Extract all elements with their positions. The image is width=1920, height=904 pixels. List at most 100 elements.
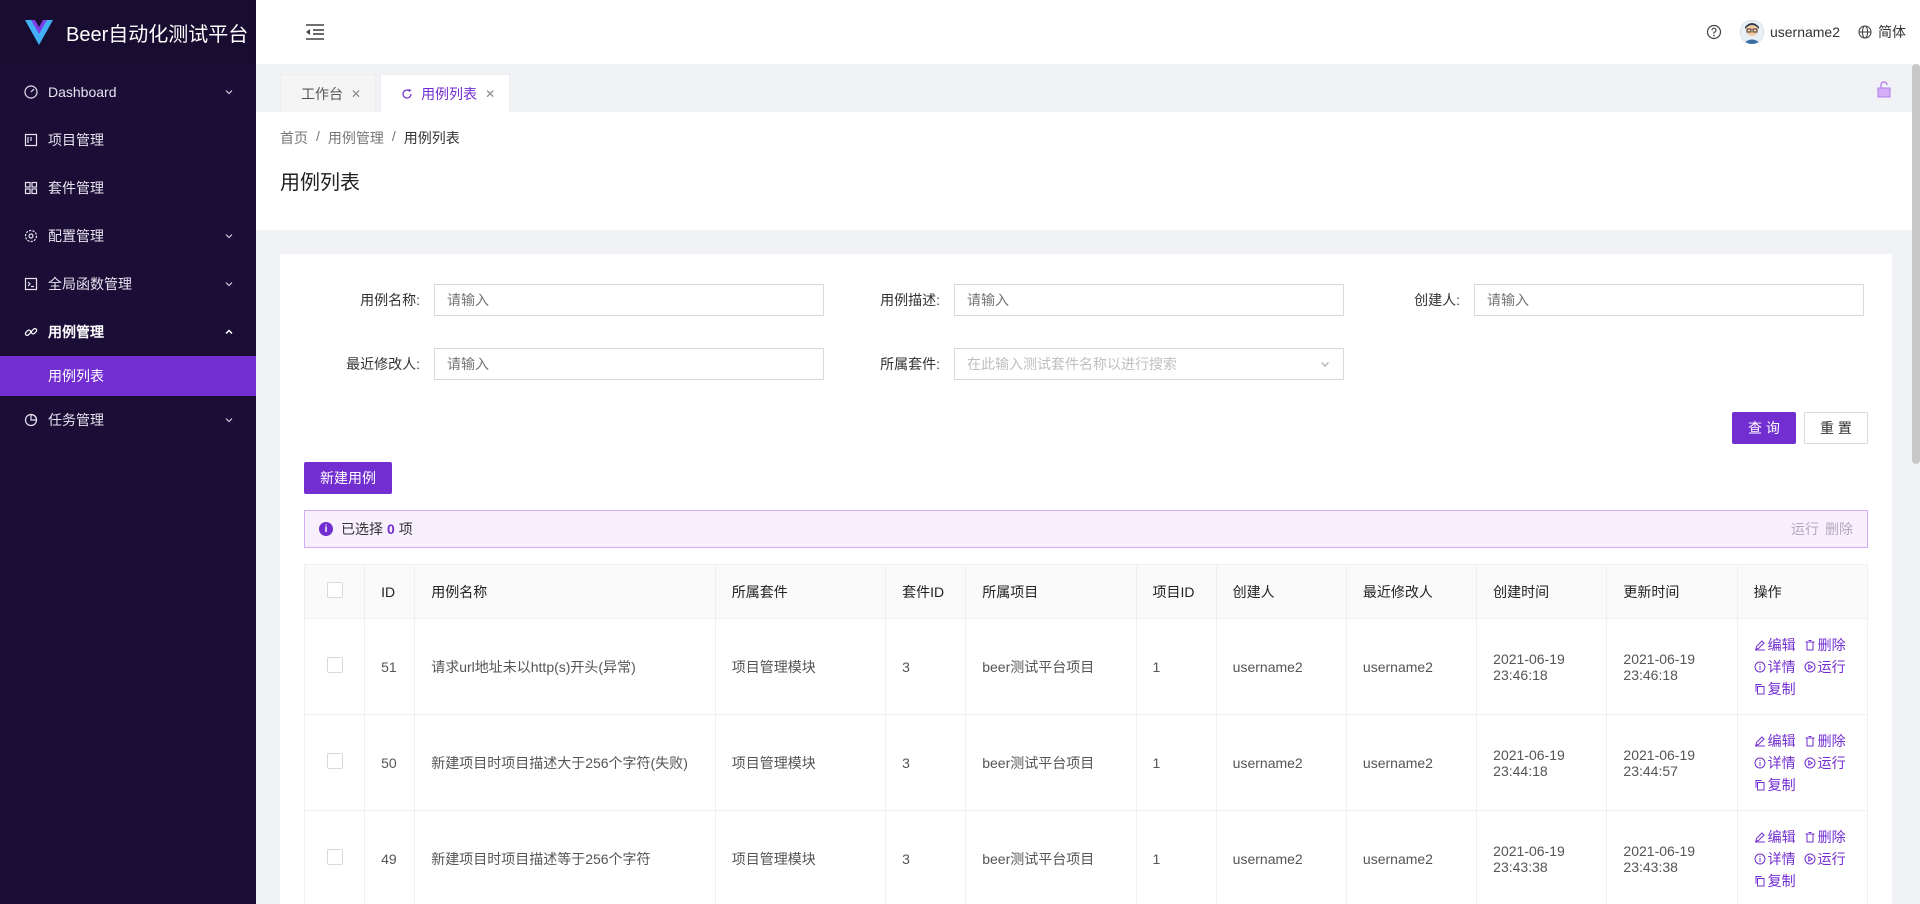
sidebar-item-config[interactable]: 配置管理	[0, 212, 256, 260]
user-menu[interactable]: username2	[1739, 20, 1840, 44]
reset-button[interactable]: 重 置	[1804, 412, 1868, 444]
created-date: 2021-06-19	[1493, 842, 1565, 859]
delete-button[interactable]: 删除	[1804, 827, 1846, 847]
copy-button[interactable]: 复制	[1754, 871, 1796, 891]
cell-suite: 项目管理模块	[714, 714, 887, 811]
delete-button[interactable]: 删除	[1804, 635, 1846, 655]
row-checkbox[interactable]	[326, 753, 343, 769]
cell-modifier: username2	[1345, 714, 1478, 811]
sidebar-item-label: Dashboard	[48, 84, 117, 100]
query-button[interactable]: 查 询	[1732, 412, 1796, 444]
breadcrumb-current: 用例列表	[403, 130, 460, 146]
sidebar-item-global-functions[interactable]: 全局函数管理	[0, 260, 256, 308]
cell-updated-at: 2021-06-19 23:43:38	[1606, 810, 1738, 904]
pie-icon	[24, 413, 38, 427]
edit-button[interactable]: 编辑	[1754, 827, 1796, 847]
unlock-icon[interactable]	[1876, 80, 1892, 98]
case-desc-field: 用例描述:	[824, 284, 1344, 316]
selection-count: 0	[387, 521, 395, 537]
row-actions: 编辑 删除 详情 运行复制	[1754, 827, 1864, 891]
cell-project-id: 1	[1135, 810, 1217, 904]
batch-delete-button[interactable]: 删除	[1825, 519, 1853, 539]
sidebar-item-label: 配置管理	[48, 228, 104, 244]
reload-icon[interactable]	[401, 88, 413, 100]
breadcrumb-separator: /	[316, 128, 320, 144]
select-all-cell	[303, 564, 366, 619]
close-icon[interactable]: ✕	[485, 87, 495, 101]
chevron-up-icon	[225, 329, 233, 335]
run-button[interactable]: 运行	[1804, 849, 1846, 869]
page-scrollbar[interactable]	[1912, 64, 1920, 464]
updated-time: 23:46:18	[1623, 666, 1678, 683]
case-desc-input[interactable]	[954, 284, 1344, 316]
run-button[interactable]: 运行	[1804, 753, 1846, 773]
batch-actions: 运行 删除	[1791, 519, 1853, 539]
edit-button[interactable]: 编辑	[1754, 731, 1796, 751]
action-label: 详情	[1767, 850, 1796, 867]
creator-input[interactable]	[1474, 284, 1864, 316]
trash-icon	[1805, 831, 1815, 842]
sidebar-item-cases[interactable]: 用例管理	[0, 308, 256, 356]
action-label: 运行	[1817, 754, 1846, 771]
sidebar-subitem-label: 用例列表	[48, 368, 104, 384]
delete-button[interactable]: 删除	[1804, 731, 1846, 751]
sidebar-item-label: 用例管理	[48, 324, 104, 340]
case-name-input[interactable]	[434, 284, 824, 316]
updated-date: 2021-06-19	[1623, 746, 1696, 763]
cell-id: 50	[364, 714, 416, 811]
page-header: 首页 / 用例管理 / 用例列表 用例列表	[256, 112, 1920, 230]
action-label: 运行	[1817, 850, 1846, 867]
sidebar-item-tasks[interactable]: 任务管理	[0, 396, 256, 444]
copy-icon	[1755, 683, 1765, 694]
column-header: 创建时间	[1476, 564, 1608, 619]
breadcrumb-parent[interactable]: 用例管理	[328, 128, 384, 148]
copy-button[interactable]: 复制	[1754, 679, 1796, 699]
run-button[interactable]: 运行	[1804, 657, 1846, 677]
copy-button[interactable]: 复制	[1754, 775, 1796, 795]
sidebar-item-dashboard[interactable]: Dashboard	[0, 68, 256, 116]
breadcrumb-home[interactable]: 首页	[280, 128, 308, 148]
detail-button[interactable]: 详情	[1754, 849, 1796, 869]
selection-suffix: 项	[398, 521, 413, 537]
sidebar-item-suites[interactable]: 套件管理	[0, 164, 256, 212]
cell-project: beer测试平台项目	[965, 714, 1137, 811]
sidebar-item-label: 项目管理	[48, 132, 104, 148]
batch-run-button[interactable]: 运行	[1791, 519, 1819, 539]
select-all-checkbox[interactable]	[326, 582, 343, 598]
suite-field: 所属套件: 在此输入测试套件名称以进行搜索	[824, 348, 1344, 380]
sidebar-item-projects[interactable]: 项目管理	[0, 116, 256, 164]
menu-fold-button[interactable]	[304, 21, 326, 43]
tab-case-list[interactable]: 用例列表 ✕	[380, 74, 511, 112]
language-switch[interactable]: 简体	[1858, 22, 1906, 42]
row-checkbox[interactable]	[326, 657, 343, 673]
close-icon[interactable]: ✕	[351, 87, 361, 101]
link-icon	[24, 325, 38, 339]
vue-logo-icon	[25, 20, 53, 45]
app-title: Beer自动化测试平台	[66, 23, 249, 46]
table-row: 50 新建项目时项目描述大于256个字符(失败) 项目管理模块 3 beer测试平台项目…	[303, 714, 1869, 811]
detail-button[interactable]: 详情	[1754, 657, 1796, 677]
created-time: 23:46:18	[1493, 666, 1548, 683]
cell-case-name: 新建项目时项目描述等于256个字符	[414, 810, 716, 904]
tab-workbench[interactable]: 工作台 ✕	[280, 74, 377, 112]
brand[interactable]: Beer自动化测试平台	[0, 0, 256, 64]
table-row: 49 新建项目时项目描述等于256个字符 项目管理模块 3 beer测试平台项目 1 use…	[303, 810, 1869, 904]
new-case-button[interactable]: 新建用例	[304, 462, 392, 494]
chevron-down-icon	[225, 282, 233, 287]
search-actions: 查 询 重 置	[304, 412, 1868, 444]
sidebar-subitem-case-list[interactable]: 用例列表	[0, 356, 256, 396]
tab-label: 工作台	[301, 85, 343, 102]
action-label: 复制	[1767, 680, 1796, 697]
detail-button[interactable]: 详情	[1754, 753, 1796, 773]
suite-select[interactable]: 在此输入测试套件名称以进行搜索	[954, 348, 1344, 380]
cell-project-id: 1	[1135, 714, 1217, 811]
edit-button[interactable]: 编辑	[1754, 635, 1796, 655]
help-button[interactable]	[1706, 24, 1722, 40]
cell-creator: username2	[1215, 714, 1347, 811]
search-form-row-2: 最近修改人: 所属套件: 在此输入测试套件名称以进行搜索	[304, 348, 1868, 380]
modifier-input[interactable]	[434, 348, 824, 380]
chevron-down-icon	[225, 418, 233, 423]
row-checkbox[interactable]	[326, 849, 343, 865]
gear-icon	[24, 229, 38, 243]
cell-suite: 项目管理模块	[714, 810, 887, 904]
